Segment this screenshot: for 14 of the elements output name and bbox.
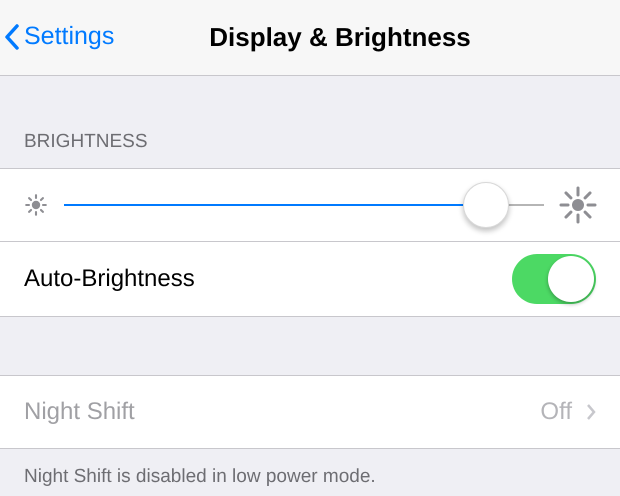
- brightness-slider[interactable]: [64, 181, 544, 229]
- back-button[interactable]: Settings: [4, 18, 114, 56]
- window-title: Display & Brightness: [209, 21, 471, 54]
- small-sun-icon: [22, 191, 50, 219]
- setting-value: Off: [540, 397, 572, 427]
- large-sun-icon: [558, 185, 598, 225]
- footer-note: Night Shift is disabled in low power mode.: [23, 465, 377, 489]
- chevron-icon: [586, 403, 596, 421]
- section-header: BRIGHTNESS: [23, 130, 149, 154]
- slider-thumb[interactable]: [463, 182, 510, 228]
- setting-label: Auto-Brightness: [24, 264, 195, 294]
- setting-label: Night Shift: [24, 397, 135, 427]
- back-chevron-icon: [4, 22, 20, 51]
- toggle-switch[interactable]: [512, 254, 596, 304]
